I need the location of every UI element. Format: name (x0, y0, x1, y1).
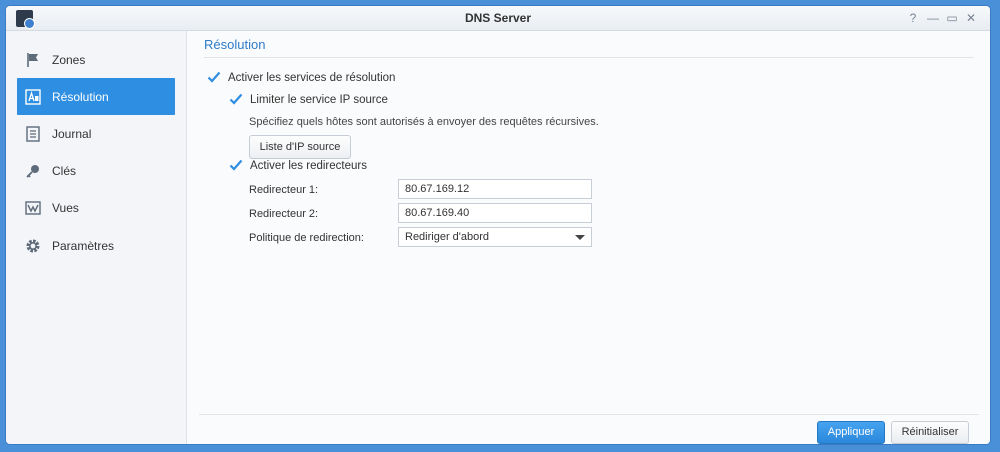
checkmark-icon (229, 93, 243, 107)
enable-resolution-checkbox[interactable]: Activer les services de résolution (207, 71, 395, 85)
enable-resolution-label: Activer les services de résolution (228, 72, 396, 84)
minimize-icon[interactable]: — (925, 10, 941, 26)
sidebar-item-zones[interactable]: Zones (17, 41, 175, 78)
gear-icon (23, 236, 43, 256)
limit-source-label: Limiter le service IP source (250, 94, 388, 106)
forwarder2-input[interactable]: 80.67.169.40 (398, 203, 592, 223)
sidebar-item-settings[interactable]: Paramètres (17, 227, 175, 264)
dns-server-window: DNS Server ? — ▭ ✕ Zones Résolution Jour… (6, 6, 990, 444)
checkmark-icon (207, 71, 221, 85)
sidebar-item-keys[interactable]: Clés (17, 152, 175, 189)
sidebar-item-label: Zones (52, 52, 86, 67)
enable-forwarders-label: Activer les redirecteurs (250, 160, 367, 172)
dropdown-arrow-icon[interactable] (575, 235, 585, 240)
close-icon[interactable]: ✕ (963, 10, 979, 26)
main-panel: Résolution Activer les services de résol… (187, 31, 990, 444)
help-icon[interactable]: ? (905, 10, 921, 26)
forwarder1-label: Redirecteur 1: (249, 184, 319, 196)
forwarder1-input[interactable]: 80.67.169.12 (398, 179, 592, 199)
source-ip-list-button[interactable]: Liste d'IP source (249, 135, 351, 159)
log-icon (23, 124, 43, 144)
sidebar: Zones Résolution Journal Clés Vues Param… (6, 31, 187, 444)
views-icon (23, 198, 43, 218)
window-title: DNS Server (464, 11, 532, 25)
checkmark-icon (229, 159, 243, 173)
sidebar-item-views[interactable]: Vues (17, 189, 175, 226)
section-divider (204, 57, 974, 58)
forwarder2-label: Redirecteur 2: (249, 208, 319, 220)
limit-source-description: Spécifiez quels hôtes sont autorisés à e… (249, 116, 599, 128)
forwarding-policy-value: Rediriger d'abord (405, 231, 490, 243)
sidebar-item-journal[interactable]: Journal (17, 115, 175, 152)
reset-button[interactable]: Réinitialiser (891, 421, 969, 444)
limit-source-checkbox[interactable]: Limiter le service IP source (229, 93, 388, 107)
policy-label: Politique de redirection: (249, 232, 364, 244)
forwarding-policy-select[interactable]: Rediriger d'abord (398, 227, 592, 247)
maximize-icon[interactable]: ▭ (944, 10, 960, 26)
enable-forwarders-checkbox[interactable]: Activer les redirecteurs (229, 159, 367, 173)
sidebar-item-label: Paramètres (52, 238, 115, 253)
key-icon (23, 161, 43, 181)
apply-button[interactable]: Appliquer (817, 421, 885, 444)
resolution-icon (23, 87, 43, 107)
flag-icon (23, 50, 43, 70)
footer-divider (199, 414, 979, 415)
sidebar-item-label: Clés (52, 163, 77, 178)
sidebar-item-label: Vues (52, 200, 79, 215)
sidebar-item-label: Journal (52, 126, 92, 141)
sidebar-item-label: Résolution (52, 89, 109, 104)
section-title: Résolution (204, 37, 266, 52)
sidebar-item-resolution[interactable]: Résolution (17, 78, 175, 115)
title-bar[interactable]: DNS Server ? — ▭ ✕ (6, 6, 990, 31)
